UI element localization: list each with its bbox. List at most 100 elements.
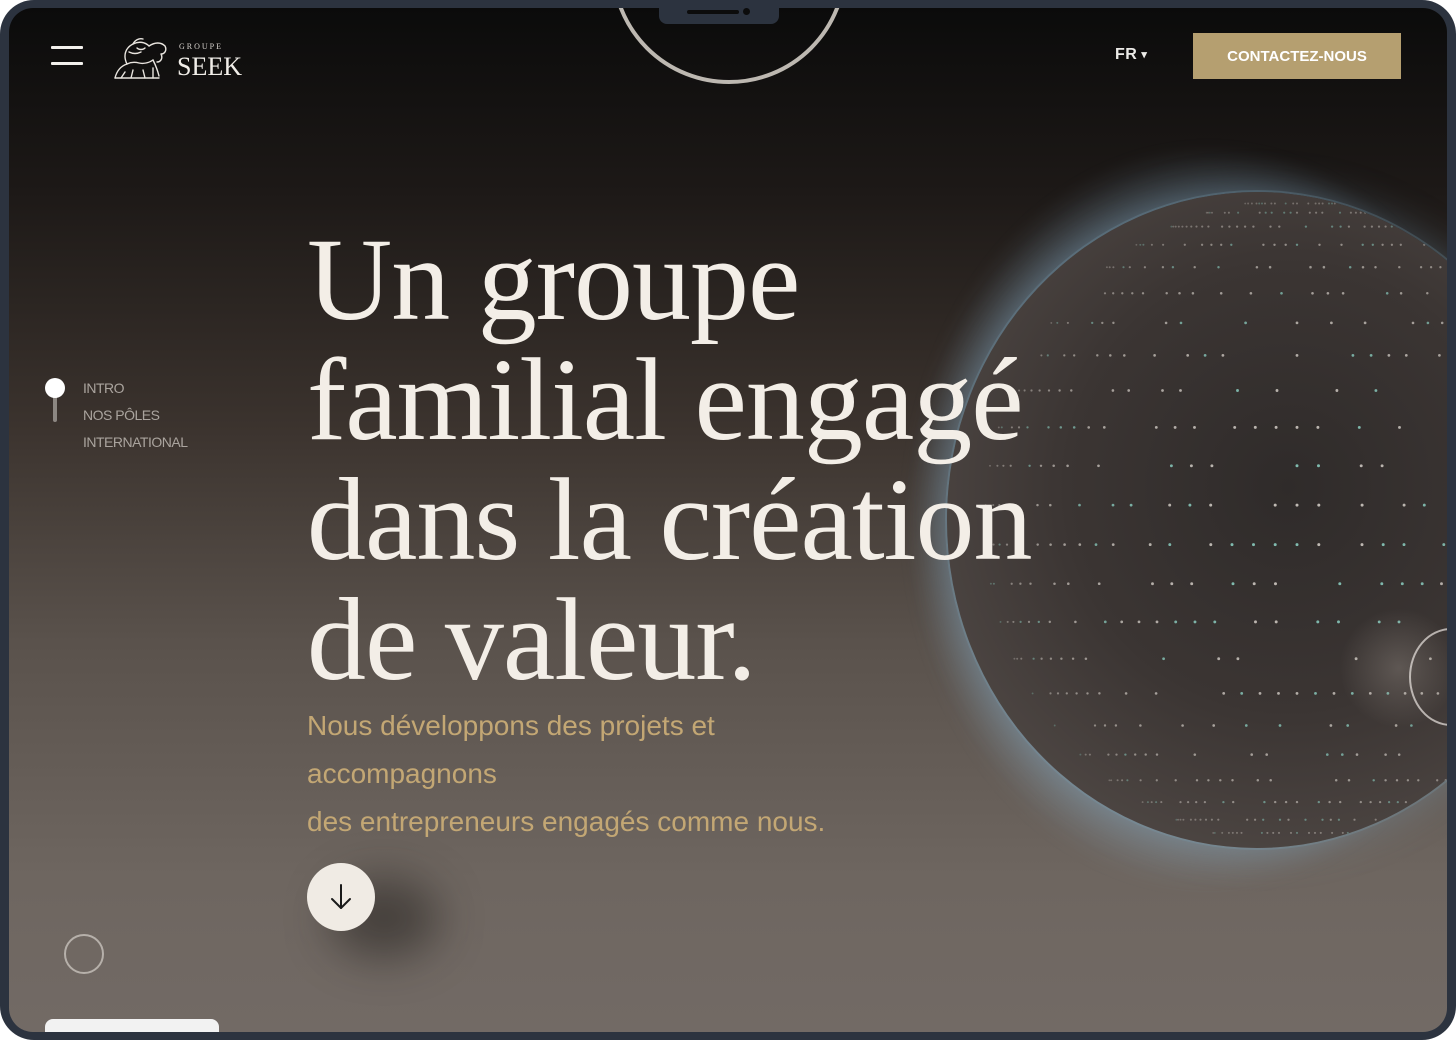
globe-dot: [1254, 620, 1257, 624]
globe-dot: [1155, 801, 1158, 804]
globe-dot: [1233, 425, 1237, 429]
globe-dot: [1246, 818, 1249, 821]
globe-dot: [1328, 202, 1330, 205]
section-nav-poles[interactable]: NOS PÔLES: [83, 407, 187, 423]
globe-dot: [1235, 831, 1239, 834]
globe-dot: [1340, 753, 1344, 756]
globe-dot: [1325, 753, 1329, 756]
globe-dot: [1289, 211, 1292, 214]
bottom-tab[interactable]: [45, 1019, 219, 1032]
globe-dot: [1406, 779, 1410, 782]
globe-dot: [1284, 243, 1287, 247]
globe-dot: [1114, 724, 1118, 727]
globe-dot: [1221, 354, 1225, 357]
globe-dot: [1314, 691, 1317, 695]
globe-dot: [1330, 321, 1333, 325]
globe-dot: [1295, 831, 1299, 834]
globe-dot: [1079, 753, 1082, 756]
globe-dot: [1385, 292, 1389, 295]
globe-dot: [1195, 779, 1199, 782]
headline-line: Un groupe: [307, 214, 800, 345]
globe-dot: [1331, 202, 1333, 205]
globe-dot: [1387, 354, 1391, 357]
globe-dot: [1322, 265, 1326, 269]
globe-dot: [1284, 202, 1287, 205]
globe-dot: [1295, 800, 1299, 804]
globe-dot: [1256, 779, 1260, 782]
globe-dot: [1440, 582, 1443, 586]
globe-dot: [1208, 211, 1211, 214]
globe-dot: [1274, 800, 1277, 804]
globe-dot: [1339, 800, 1342, 804]
language-selector[interactable]: FR ▾: [1115, 46, 1147, 64]
contact-button[interactable]: CONTACTEZ-NOUS: [1193, 33, 1401, 79]
globe-dot: [1390, 243, 1394, 246]
hero-headline: Un groupe familial engagé dans la créati…: [307, 220, 1207, 700]
globe-dot: [1444, 779, 1447, 782]
globe-dot: [1370, 225, 1373, 228]
globe-dot: [1367, 831, 1370, 834]
globe-dot: [1331, 831, 1334, 834]
section-nav-intro[interactable]: INTRO: [83, 380, 187, 396]
logo[interactable]: GROUPE SEEK: [109, 32, 249, 84]
globe-dot: [1179, 818, 1182, 821]
globe-dot: [1093, 724, 1097, 727]
globe-dot: [1314, 202, 1317, 205]
globe-dot: [1295, 691, 1299, 695]
globe-dot: [1253, 425, 1257, 429]
globe-dot: [1420, 582, 1424, 586]
globe-dot: [1381, 543, 1385, 547]
globe-dot: [1346, 831, 1349, 834]
menu-button[interactable]: [51, 44, 85, 70]
globe-dot: [1255, 265, 1259, 269]
globe-dot: [1295, 353, 1299, 357]
globe-dot: [1409, 818, 1412, 821]
globe-dot: [1384, 779, 1387, 782]
globe-dot: [1378, 211, 1381, 214]
globe-dot: [1243, 225, 1247, 228]
globe-dot: [1421, 225, 1424, 228]
globe-dot: [1230, 543, 1234, 547]
globe-dot: [1207, 225, 1210, 228]
globe-dot: [1221, 225, 1224, 228]
globe-dot: [1108, 779, 1111, 782]
globe-dot: [1283, 211, 1286, 214]
globe-dot: [1372, 779, 1375, 782]
globe-dot: [1231, 779, 1234, 782]
globe-dot: [1308, 211, 1311, 214]
globe-dot: [1357, 425, 1361, 429]
globe-dot: [1397, 818, 1400, 821]
section-nav-international[interactable]: INTERNATIONAL: [83, 434, 188, 450]
globe-dot: [1295, 425, 1299, 429]
globe-dot: [1270, 211, 1273, 214]
globe-dot: [1278, 818, 1282, 821]
notch-camera: [743, 8, 750, 15]
globe-dot: [1278, 724, 1282, 727]
globe-dot: [1244, 321, 1247, 325]
globe-dot: [1364, 211, 1367, 214]
globe-dot: [1088, 753, 1091, 756]
globe-dot: [1363, 225, 1366, 228]
globe-dot: [1210, 818, 1213, 821]
globe-dot: [1155, 753, 1159, 756]
globe-dot: [1210, 464, 1214, 468]
globe-dot: [1419, 266, 1423, 269]
scroll-down-button[interactable]: [307, 863, 375, 931]
globe-dot: [1341, 831, 1344, 834]
globe-dot: [1317, 800, 1320, 804]
globe-dot: [1380, 464, 1384, 468]
globe-dot: [1277, 831, 1281, 834]
language-label: FR: [1115, 46, 1138, 63]
globe-dot: [1107, 753, 1110, 756]
globe-dot: [1264, 202, 1266, 205]
globe-dot: [1179, 801, 1182, 804]
globe-dot: [1295, 243, 1299, 247]
globe-dot: [1416, 818, 1419, 821]
globe-dot: [1268, 265, 1272, 269]
globe-dot: [1273, 503, 1277, 507]
globe-dot: [1317, 464, 1320, 468]
globe-dot: [1232, 800, 1235, 804]
globe-dot: [1284, 800, 1288, 804]
globe-dot: [1296, 202, 1298, 205]
globe-dot: [1272, 831, 1275, 834]
